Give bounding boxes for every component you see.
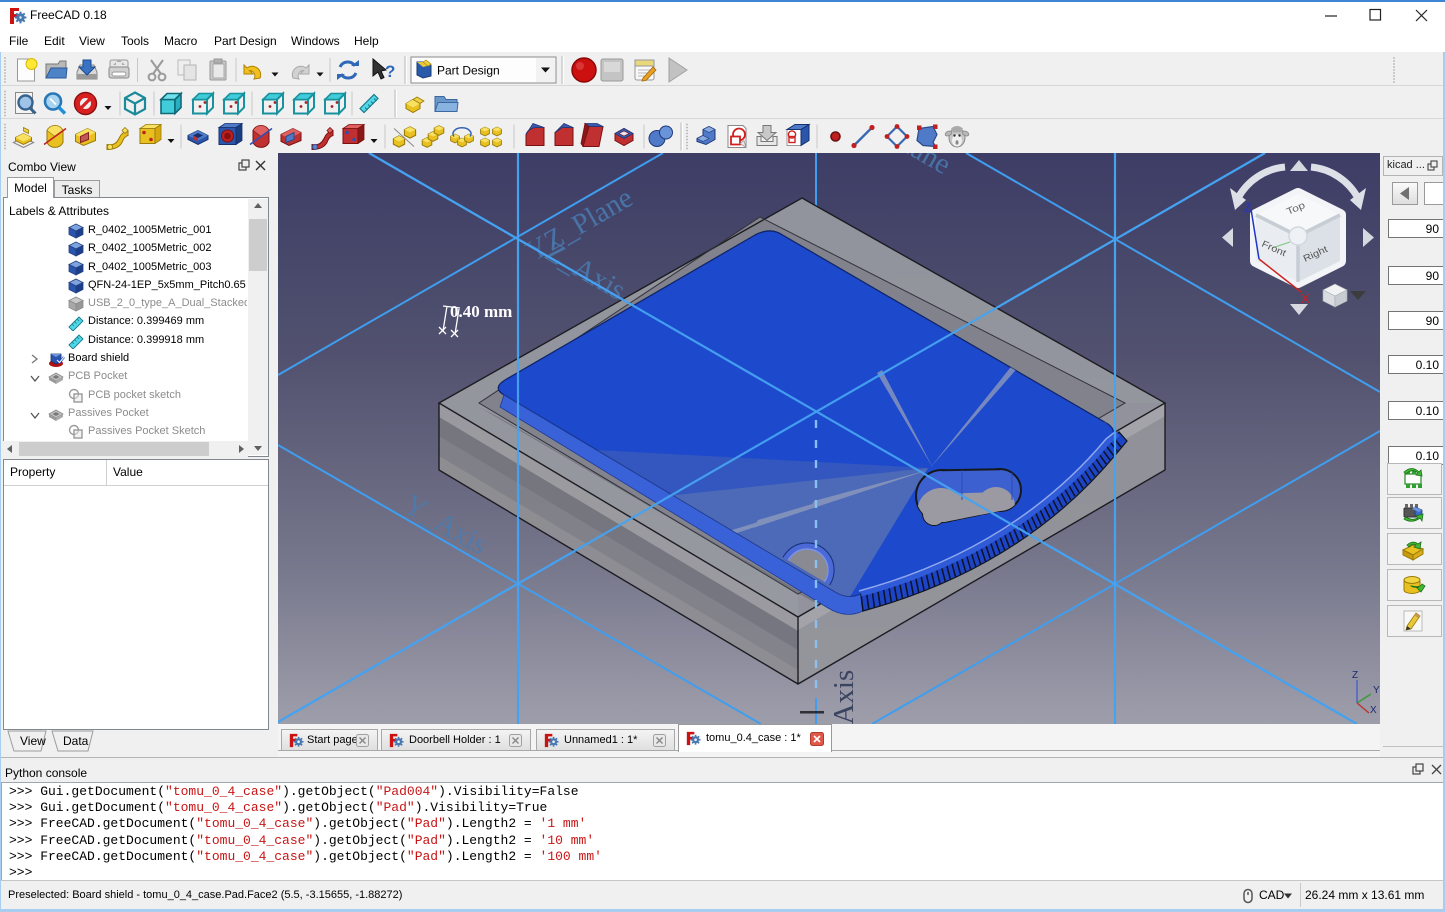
svg-text:X: X <box>1370 705 1377 716</box>
svg-text:Part Design: Part Design <box>437 64 500 78</box>
svg-text:Z: Z <box>1244 201 1251 215</box>
svg-text:X_Axis: X_Axis <box>828 670 860 724</box>
svg-text:X: X <box>1301 291 1310 306</box>
svg-text:?: ? <box>385 62 395 81</box>
svg-text:View: View <box>20 734 46 748</box>
svg-text:Y: Y <box>1373 685 1380 696</box>
svg-text:Data: Data <box>63 734 89 748</box>
svg-text:0.40 mm: 0.40 mm <box>450 302 512 321</box>
svg-text:Z: Z <box>1352 670 1358 681</box>
